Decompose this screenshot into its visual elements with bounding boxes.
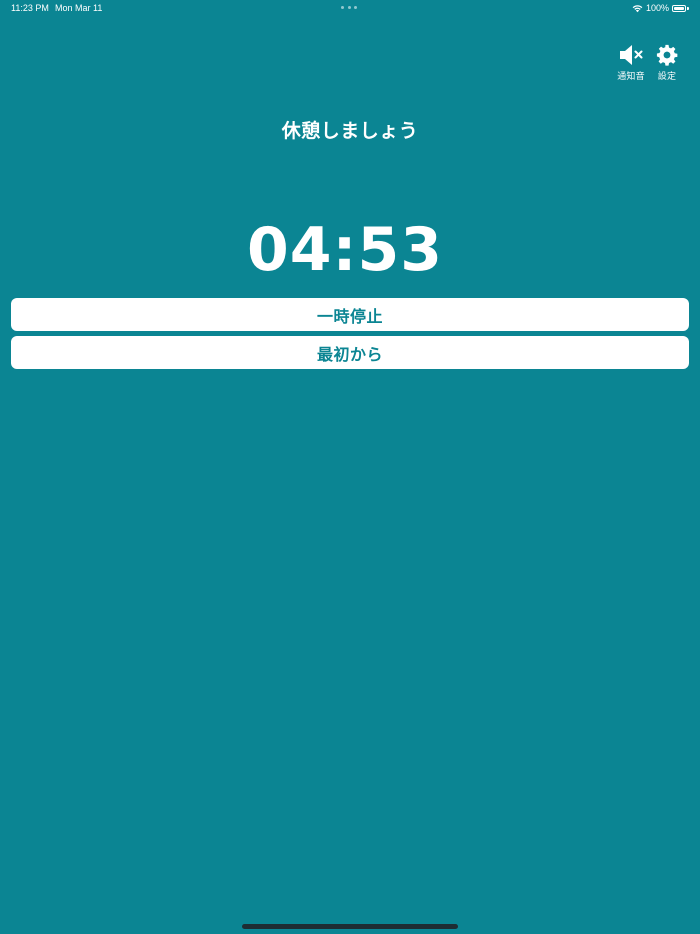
home-indicator[interactable] xyxy=(242,924,458,929)
status-bar: 11:23 PM Mon Mar 11 100% xyxy=(0,0,700,18)
multitasking-dots[interactable] xyxy=(341,4,357,10)
wifi-icon xyxy=(632,4,643,12)
pause-button[interactable]: 一時停止 xyxy=(11,298,689,331)
status-right: 100% xyxy=(632,2,689,14)
status-time: 11:23 PM xyxy=(11,3,49,13)
battery-icon xyxy=(672,4,689,12)
mute-label: 通知音 xyxy=(617,72,645,82)
speaker-muted-icon xyxy=(620,45,643,65)
battery-percentage: 100% xyxy=(645,3,669,13)
restart-button[interactable]: 最初から xyxy=(11,336,689,369)
page-title: 休憩しましょう xyxy=(281,120,419,142)
countdown-timer: 04:53 xyxy=(247,215,443,285)
mute-notification-button[interactable]: 通知音 xyxy=(614,44,648,82)
gear-icon xyxy=(656,44,678,66)
settings-label: 設定 xyxy=(657,72,677,82)
settings-button[interactable]: 設定 xyxy=(652,44,682,82)
status-date: Mon Mar 11 xyxy=(55,3,103,13)
